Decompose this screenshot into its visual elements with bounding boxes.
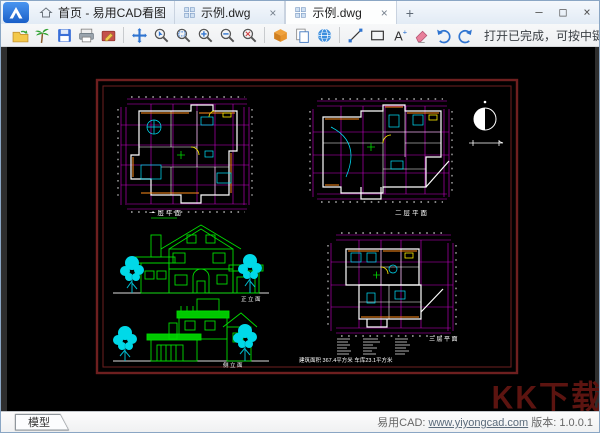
side-elevation: 侧立面: [113, 298, 269, 369]
dwg-grid-icon: [184, 7, 195, 18]
tab-close-icon[interactable]: ×: [269, 6, 276, 20]
area-total-text: 建筑面积 367.4平方米 车库23.1平方米: [299, 356, 393, 364]
brand-label: 易用CAD:: [377, 417, 426, 429]
app-window: 首页 - 易用CAD看图 示例.dwg × 示例.dwg × + – □ × A…: [0, 0, 600, 433]
toolbar-separator: [339, 27, 340, 43]
print-icon[interactable]: [78, 27, 95, 44]
floor-plan-2: 二层平面: [309, 98, 453, 217]
north-arrow-symbol: [469, 100, 504, 146]
open-icon[interactable]: [12, 27, 29, 44]
text-tool-icon[interactable]: A +: [391, 27, 408, 44]
dwg-drawing: 一层平面 二层平面 三层平面 正立面 侧立面 建筑面积 367.4平方米 车库2…: [95, 78, 519, 375]
status-message: 打开已完成，可按中键平移和滚轮缩放: [484, 28, 599, 43]
maximize-button[interactable]: □: [551, 3, 575, 20]
drawing-canvas[interactable]: 一层平面 二层平面 三层平面 正立面 侧立面 建筑面积 367.4平方米 车库2…: [1, 47, 599, 415]
toolbar-separator: [123, 27, 124, 43]
version-value: 1.0.0.1: [559, 417, 593, 429]
plan2-label: 二层平面: [395, 209, 429, 217]
tab-close-icon[interactable]: ×: [381, 6, 388, 20]
tab-document-1[interactable]: 示例.dwg ×: [175, 1, 286, 24]
home-tab-label: 首页 - 易用CAD看图: [58, 6, 167, 20]
elev2-label: 侧立面: [223, 361, 244, 369]
copy-icon[interactable]: [294, 27, 311, 44]
globe-icon[interactable]: [316, 27, 333, 44]
dwg-grid-icon: [295, 7, 307, 18]
website-link[interactable]: www.yiyongcad.com: [429, 417, 529, 429]
app-logo-icon: [3, 2, 29, 23]
close-button[interactable]: ×: [575, 3, 599, 20]
zoom-in-icon[interactable]: [197, 27, 214, 44]
toolbar: A+ 打开已完成，可按中键平移和滚轮缩放: [1, 24, 599, 47]
rectangle-tool-icon[interactable]: [369, 27, 386, 44]
floor-plan-1: 一层平面: [117, 96, 253, 219]
save-icon[interactable]: [56, 27, 73, 44]
zoom-window-icon[interactable]: [175, 27, 192, 44]
zoom-realtime-icon[interactable]: [153, 27, 170, 44]
minimize-button[interactable]: –: [527, 3, 551, 20]
line-tool-icon[interactable]: [347, 27, 364, 44]
plan1-label: 一层平面: [149, 209, 183, 217]
markup-icon[interactable]: [100, 27, 117, 44]
toolbar-separator: [264, 27, 265, 43]
floor-plan-3: 三层平面: [327, 232, 459, 343]
pan-icon[interactable]: [131, 27, 148, 44]
home-icon: [39, 7, 53, 18]
plan3-label: 三层平面: [429, 336, 459, 343]
palm-tree-icon[interactable]: [34, 27, 51, 44]
model-tab-label: 模型: [16, 415, 68, 430]
elev1-label: 正立面: [241, 295, 262, 303]
status-bar: 模型 易用CAD: www.yiyongcad.com 版本: 1.0.0.1: [1, 411, 599, 432]
tab-home[interactable]: 首页 - 易用CAD看图: [31, 1, 176, 24]
new-tab-button[interactable]: +: [397, 1, 423, 24]
tab-document-2[interactable]: 示例.dwg ×: [285, 1, 397, 24]
area-table: [337, 338, 410, 355]
undo-icon[interactable]: [435, 27, 452, 44]
redo-icon[interactable]: [457, 27, 474, 44]
version-label: 版本:: [531, 417, 557, 429]
eraser-icon[interactable]: [413, 27, 430, 44]
svg-text:+: +: [402, 27, 406, 36]
front-elevation: 正立面: [113, 224, 269, 303]
layers-icon[interactable]: [272, 27, 289, 44]
tab-label: 示例.dwg: [312, 6, 362, 20]
zoom-extents-icon[interactable]: [241, 27, 258, 44]
zoom-out-icon[interactable]: [219, 27, 236, 44]
version-info: 易用CAD: www.yiyongcad.com 版本: 1.0.0.1: [377, 414, 593, 430]
tab-label: 示例.dwg: [201, 6, 251, 20]
title-bar: 首页 - 易用CAD看图 示例.dwg × 示例.dwg × + – □ ×: [1, 1, 599, 24]
model-tab[interactable]: 模型: [15, 414, 69, 431]
window-controls: – □ ×: [527, 1, 599, 24]
